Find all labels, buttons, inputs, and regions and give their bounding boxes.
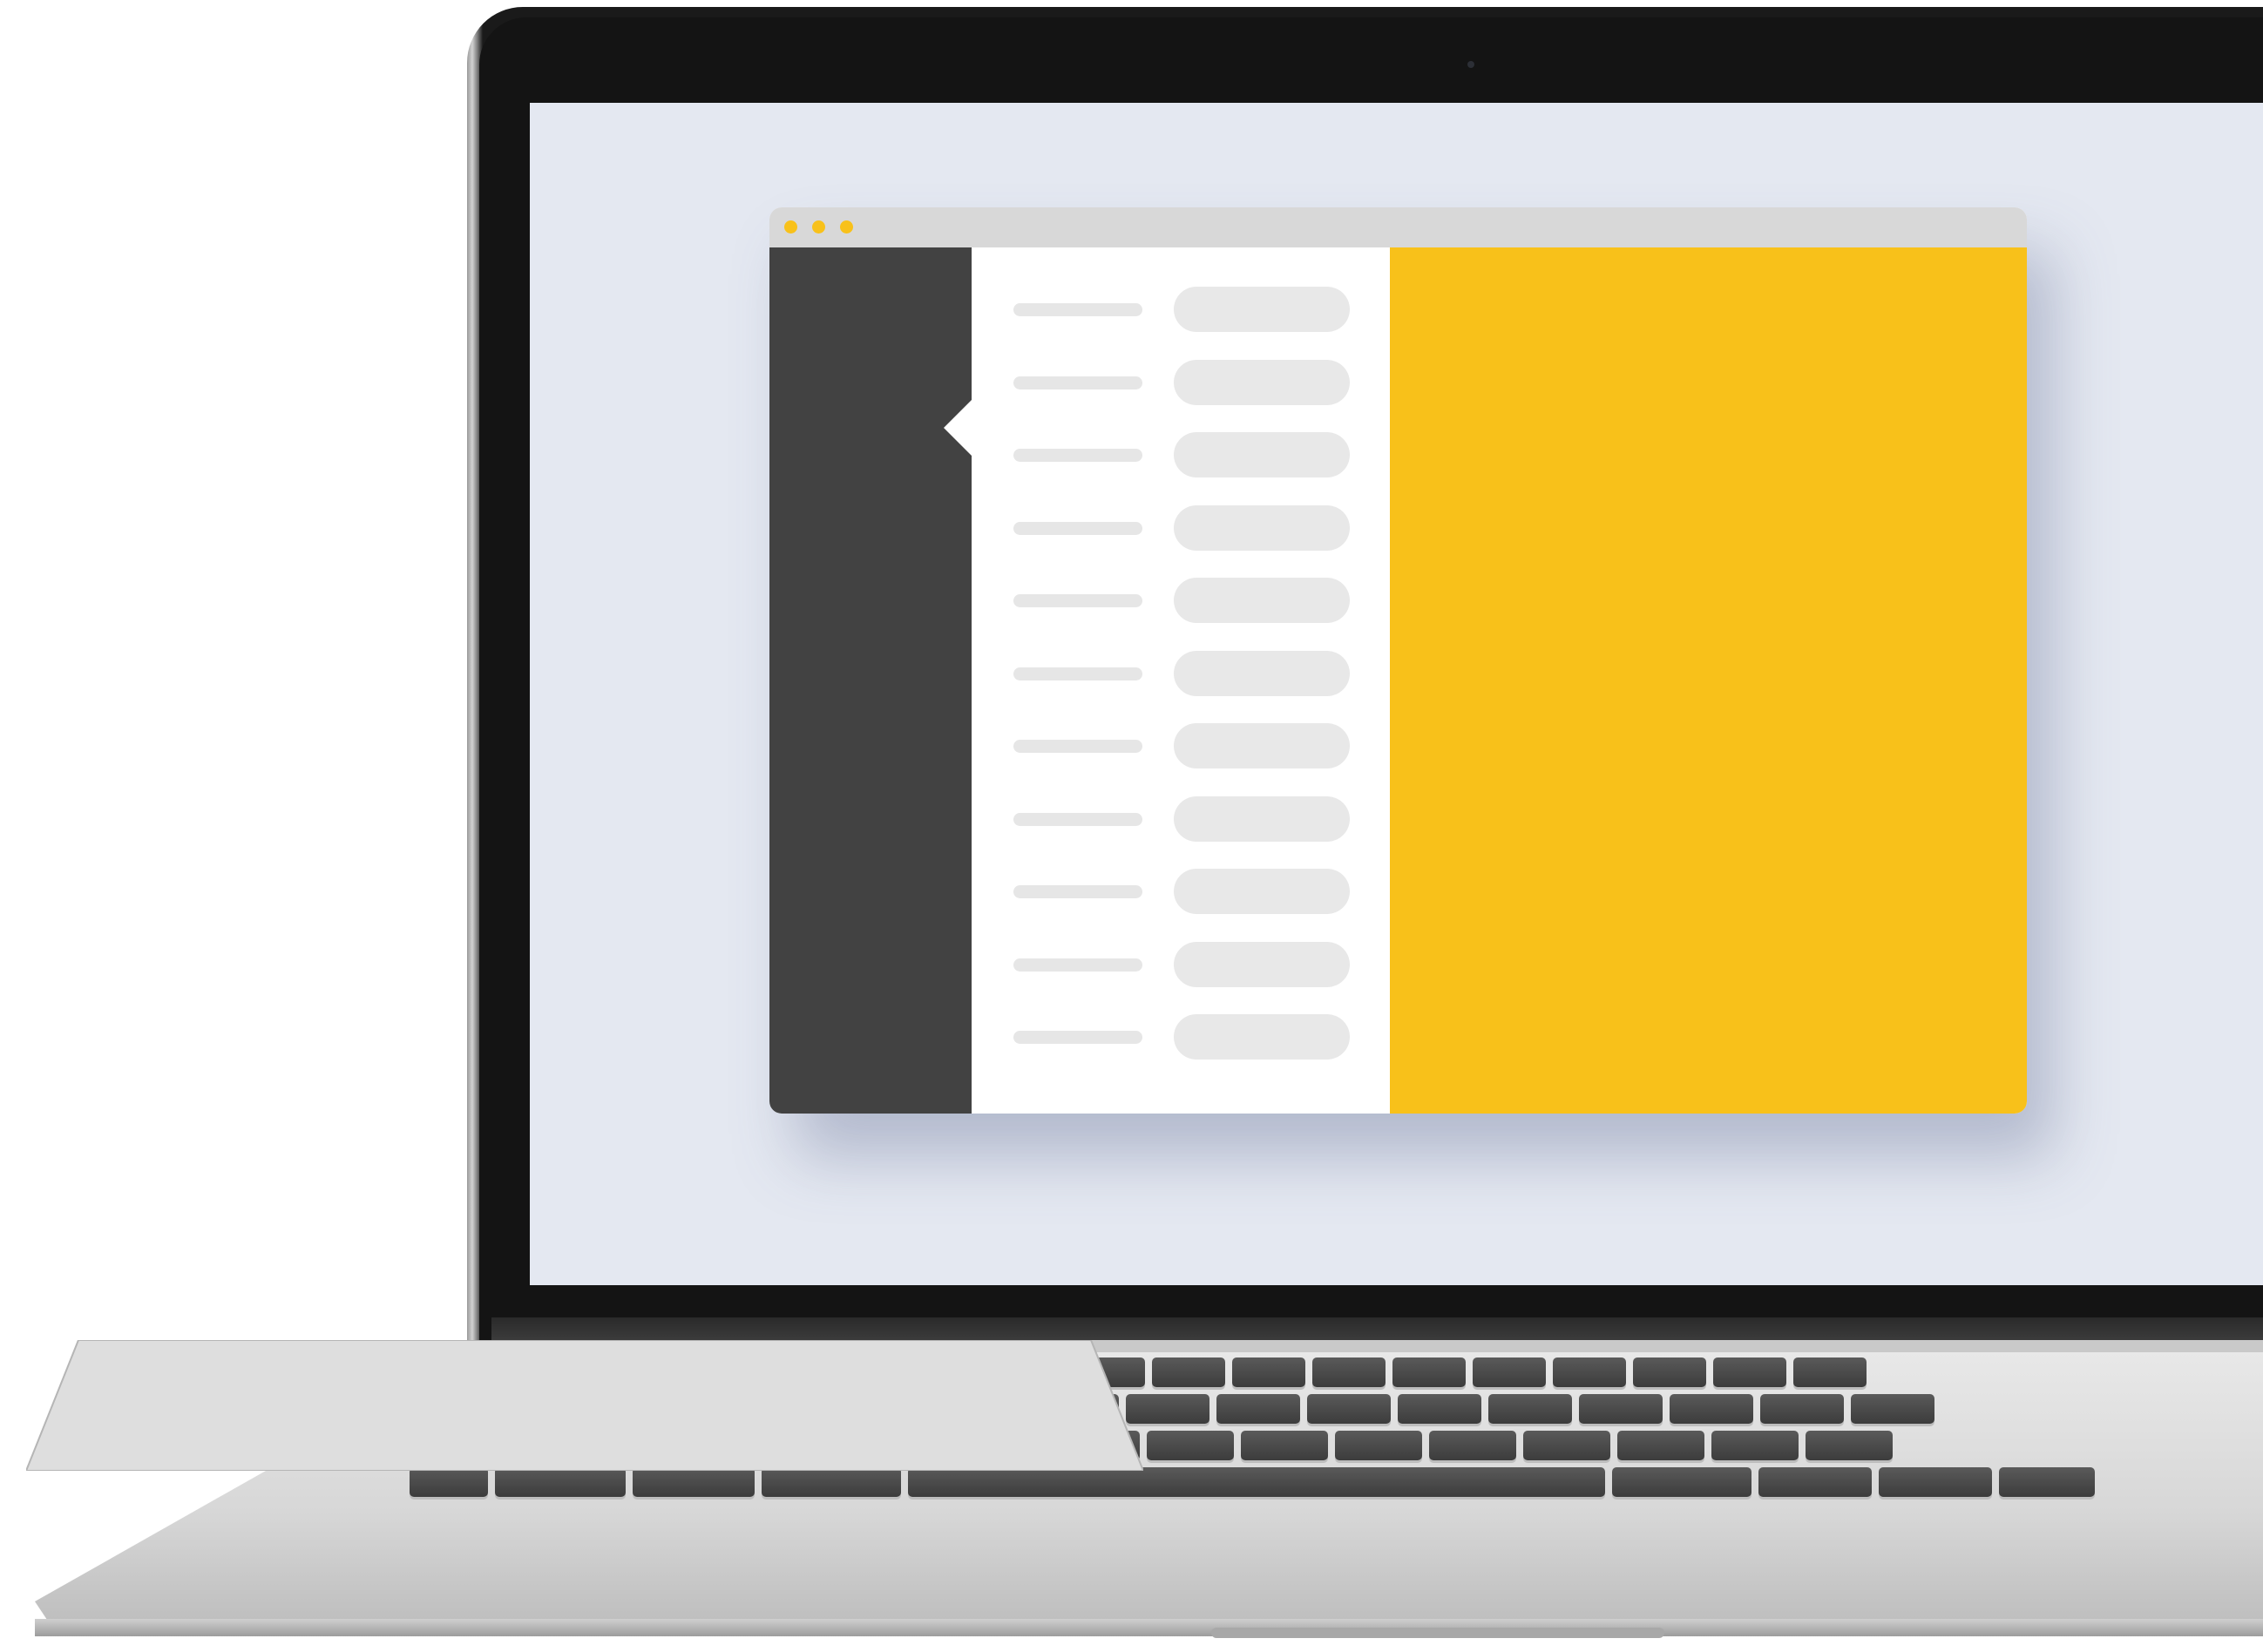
keyboard-key[interactable] [1152, 1357, 1225, 1387]
list-row [972, 504, 1390, 551]
keyboard-key[interactable] [1999, 1467, 2095, 1497]
keyboard-key[interactable] [1760, 1394, 1844, 1424]
row-input-placeholder[interactable] [1174, 650, 1350, 696]
keyboard-key[interactable] [1398, 1394, 1481, 1424]
window-titlebar [769, 207, 2027, 247]
row-input-placeholder[interactable] [1174, 578, 1350, 623]
row-input-placeholder[interactable] [1174, 287, 1350, 332]
keyboard-key[interactable] [1553, 1357, 1626, 1387]
row-input-placeholder[interactable] [1174, 1014, 1350, 1060]
keyboard-key[interactable] [1579, 1394, 1663, 1424]
list-row [972, 359, 1390, 405]
list-row [972, 1014, 1390, 1060]
keyboard-key[interactable] [1617, 1431, 1704, 1460]
keyboard-key[interactable] [1307, 1394, 1391, 1424]
row-input-placeholder[interactable] [1174, 359, 1350, 405]
settings-list-panel [972, 247, 1390, 1114]
keyboard-key[interactable] [1879, 1467, 1992, 1497]
laptop-hinge [491, 1317, 2263, 1340]
row-label-placeholder [1013, 667, 1142, 680]
window-zoom-dot-icon[interactable] [840, 220, 853, 234]
laptop-lid [467, 7, 2263, 1340]
list-row [972, 578, 1390, 623]
row-label-placeholder [1013, 594, 1142, 607]
keyboard-key[interactable] [1711, 1431, 1799, 1460]
keyboard-key[interactable] [1758, 1467, 1872, 1497]
window-close-dot-icon[interactable] [784, 220, 797, 234]
keyboard-key[interactable] [1851, 1394, 1934, 1424]
keyboard-key[interactable] [1147, 1431, 1234, 1460]
trackpad[interactable] [26, 1340, 1143, 1471]
sidebar [769, 247, 972, 1114]
row-input-placeholder[interactable] [1174, 432, 1350, 477]
list-row [972, 432, 1390, 477]
row-input-placeholder[interactable] [1174, 941, 1350, 987]
keyboard-key[interactable] [908, 1467, 1605, 1497]
keyboard-key[interactable] [1473, 1357, 1546, 1387]
row-label-placeholder [1013, 303, 1142, 316]
keyboard-key[interactable] [1232, 1357, 1305, 1387]
keyboard-key[interactable] [1241, 1431, 1328, 1460]
list-row [972, 941, 1390, 987]
keyboard-key[interactable] [1793, 1357, 1867, 1387]
keyboard-key[interactable] [495, 1467, 626, 1497]
keyboard-key[interactable] [1806, 1431, 1893, 1460]
row-label-placeholder [1013, 958, 1142, 972]
keyboard-key[interactable] [633, 1467, 755, 1497]
row-input-placeholder[interactable] [1174, 504, 1350, 551]
laptop-screen [530, 103, 2263, 1285]
list-row [972, 650, 1390, 696]
app-window [769, 207, 2027, 1114]
keyboard-key[interactable] [1670, 1394, 1753, 1424]
keyboard-key[interactable] [1523, 1431, 1610, 1460]
keyboard-key[interactable] [1488, 1394, 1572, 1424]
row-label-placeholder [1013, 885, 1142, 898]
laptop-mockup-scene [0, 0, 2263, 1652]
content-panel [1390, 247, 2027, 1114]
screen-bezel [479, 17, 2263, 1340]
row-label-placeholder [1013, 449, 1142, 462]
keyboard-key[interactable] [1429, 1431, 1516, 1460]
keyboard-key[interactable] [1216, 1394, 1300, 1424]
laptop-base [26, 1340, 2263, 1652]
list-row [972, 287, 1390, 332]
row-label-placeholder [1013, 1031, 1142, 1044]
camera-icon [1467, 61, 1474, 68]
keyboard-key[interactable] [1312, 1357, 1386, 1387]
caret-left-icon [944, 400, 972, 456]
keyboard-key[interactable] [762, 1467, 901, 1497]
row-input-placeholder[interactable] [1174, 796, 1350, 842]
keyboard-key[interactable] [1713, 1357, 1786, 1387]
list-row [972, 869, 1390, 914]
keyboard-key[interactable] [1612, 1467, 1751, 1497]
keyboard-key[interactable] [410, 1467, 488, 1497]
keyboard-key[interactable] [1633, 1357, 1706, 1387]
keyboard-key[interactable] [1335, 1431, 1422, 1460]
row-label-placeholder [1013, 376, 1142, 389]
keyboard-row [410, 1467, 2095, 1497]
list-row [972, 796, 1390, 842]
row-label-placeholder [1013, 740, 1142, 753]
row-input-placeholder[interactable] [1174, 869, 1350, 914]
window-minimize-dot-icon[interactable] [812, 220, 825, 234]
list-row [972, 723, 1390, 768]
row-input-placeholder[interactable] [1174, 723, 1350, 768]
keyboard-key[interactable] [1392, 1357, 1466, 1387]
row-label-placeholder [1013, 521, 1142, 535]
row-label-placeholder [1013, 812, 1142, 826]
